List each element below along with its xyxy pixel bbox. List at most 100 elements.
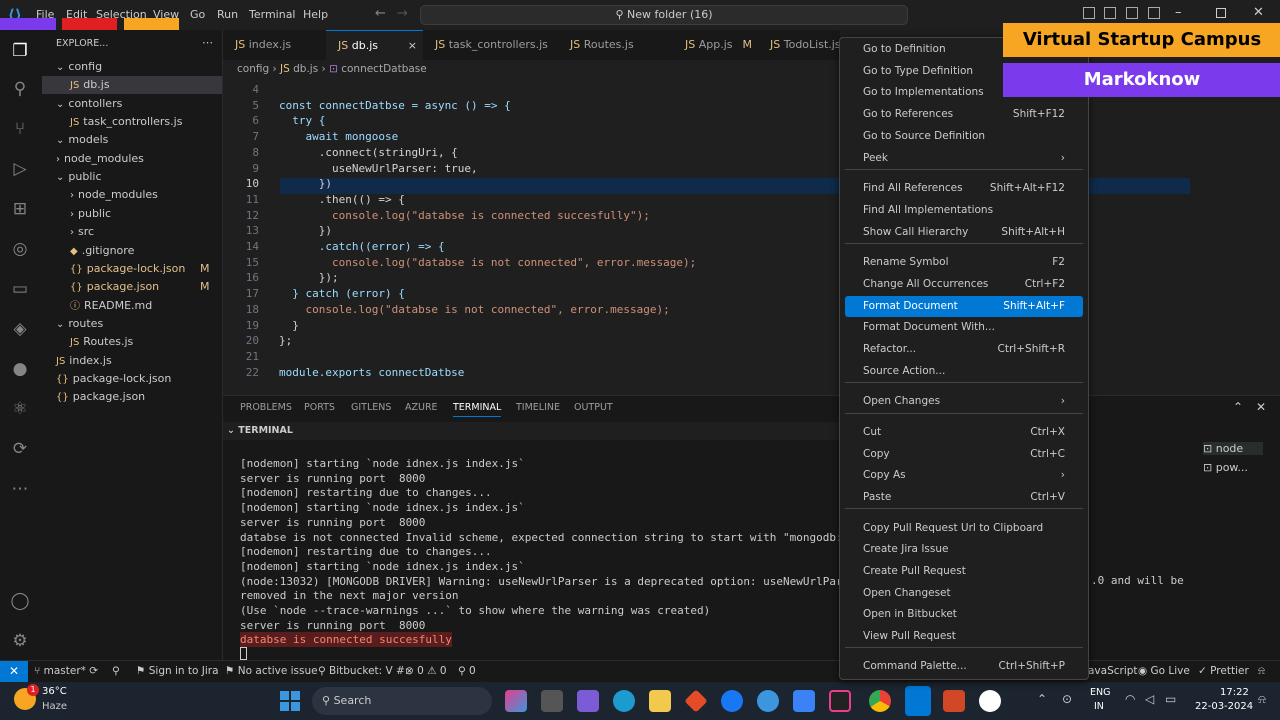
menu-item-peek[interactable]: Peek › <box>845 148 1083 169</box>
volume-icon[interactable]: ◁ <box>1145 692 1154 706</box>
gitlens-icon[interactable]: ◎ <box>9 238 31 260</box>
menu-item-open-changes[interactable]: Open Changes › <box>845 391 1083 412</box>
code-line[interactable]: 20}; <box>223 333 840 349</box>
code-line[interactable]: 15 console.log("databse is not connected… <box>223 255 840 271</box>
remote-explorer-icon[interactable]: ▭ <box>9 278 31 300</box>
minimize-icon[interactable]: – <box>1175 5 1182 20</box>
tree-item[interactable]: JS task_controllers.js <box>70 113 182 131</box>
tray-chevron-icon[interactable]: ⌃ <box>1037 692 1047 706</box>
accounts-icon[interactable]: ◯ <box>9 590 31 612</box>
code-line[interactable]: 6 try { <box>223 113 840 129</box>
react-icon[interactable]: ⚛ <box>9 398 31 420</box>
menu-item-change-all-occurrences[interactable]: Change All Occurrences Ctrl+F2 <box>845 274 1083 295</box>
panel-tab-problems[interactable]: PROBLEMS <box>240 402 292 413</box>
toggle-secondary-sidebar-icon[interactable] <box>1126 7 1138 19</box>
maximize-icon[interactable] <box>1216 8 1226 18</box>
browser-icon[interactable] <box>757 690 779 712</box>
tree-item[interactable]: › node_modules <box>70 186 158 204</box>
edge-icon[interactable] <box>613 690 635 712</box>
tree-item[interactable]: › public <box>70 205 111 223</box>
tree-item[interactable]: › node_modules <box>56 150 144 168</box>
close-tab-icon[interactable]: × <box>408 31 417 61</box>
explorer-more-icon[interactable]: ⋯ <box>202 36 213 49</box>
prettier[interactable]: ✓ Prettier <box>1198 665 1249 677</box>
menu-item-paste[interactable]: Paste Ctrl+V <box>845 487 1083 508</box>
code-line[interactable]: 13 }) <box>223 223 840 239</box>
taskbar-search-box[interactable]: ⚲ Search <box>312 687 492 715</box>
bitbucket-status[interactable]: ⚲ Bitbucket: V #: <box>318 665 408 677</box>
powerpoint-icon[interactable] <box>943 690 965 712</box>
code-line[interactable]: 12 console.log("databse is connected suc… <box>223 208 840 224</box>
remote-indicator-icon[interactable]: ✕ <box>0 661 28 683</box>
notifications-bell-icon[interactable]: ⍾ <box>1258 665 1265 678</box>
go-live[interactable]: ◉ Go Live <box>1138 665 1190 677</box>
panel-tab-timeline[interactable]: TIMELINE <box>516 402 560 413</box>
code-line[interactable]: 18 console.log("databse is not connected… <box>223 302 840 318</box>
panel-tab-gitlens[interactable]: GITLENS <box>351 402 391 413</box>
toggle-sidebar-icon[interactable] <box>1083 7 1095 19</box>
code-line[interactable]: 5 const connectDatbse = async () => { <box>223 98 840 114</box>
terminal-instance[interactable]: ⊡ node <box>1203 442 1263 455</box>
task-view-icon[interactable] <box>541 690 563 712</box>
clock-time[interactable]: 17:22 <box>1220 687 1249 698</box>
code-line[interactable]: 22 module.exports connectDatbse <box>223 365 840 381</box>
lang1[interactable]: ENG <box>1090 687 1110 698</box>
menu-item-copy[interactable]: Copy Ctrl+C <box>845 444 1083 465</box>
code-line[interactable]: 9 useNewUrlParser: true, <box>223 161 840 177</box>
battery-icon[interactable]: ▭ <box>1165 692 1176 706</box>
facebook-icon[interactable] <box>721 690 743 712</box>
tree-item[interactable]: ⌄ models <box>56 131 108 149</box>
teams-icon[interactable] <box>577 690 599 712</box>
tree-item[interactable]: JS db.js <box>42 76 222 95</box>
git-icon[interactable] <box>684 689 708 713</box>
menu-item-find-all-references[interactable]: Find All References Shift+Alt+F12 <box>845 178 1083 199</box>
tree-item[interactable]: › src <box>70 223 94 241</box>
menu-item-rename-symbol[interactable]: Rename Symbol F2 <box>845 252 1083 273</box>
menu-item-create-pull-request[interactable]: Create Pull Request <box>845 561 1083 582</box>
breadcrumb-folder[interactable]: config <box>237 63 269 75</box>
app-round-icon[interactable] <box>979 690 1001 712</box>
tree-item[interactable]: {} package.json M <box>70 278 210 296</box>
code-line[interactable]: 19 } <box>223 318 840 334</box>
breadcrumb-file[interactable]: db.js <box>293 63 318 75</box>
tree-item[interactable]: ⌄ public <box>56 168 102 186</box>
code-line[interactable]: 4 <box>223 82 840 98</box>
tab-task-controllers-js[interactable]: JS task_controllers.js <box>423 30 558 60</box>
search-icon[interactable]: ⚲ <box>9 78 31 100</box>
explorer-icon[interactable]: ❐ <box>9 40 31 62</box>
menu-item-format-document[interactable]: Format Document Shift+Alt+F <box>845 296 1083 317</box>
windows-start-icon[interactable] <box>280 691 300 711</box>
menu-terminal[interactable]: Terminal <box>249 8 296 21</box>
menu-item-find-all-implementations[interactable]: Find All Implementations <box>845 200 1083 221</box>
tab-todolist-js[interactable]: JS TodoList.js <box>758 30 848 60</box>
menu-item-open-changeset[interactable]: Open Changeset <box>845 583 1083 604</box>
menu-item-show-call-hierarchy[interactable]: Show Call Hierarchy Shift+Alt+H <box>845 222 1083 243</box>
close-panel-icon[interactable]: ✕ <box>1256 400 1266 414</box>
forward-arrow-icon[interactable]: → <box>397 6 408 21</box>
customize-layout-icon[interactable] <box>1148 7 1160 19</box>
breadcrumb-symbol[interactable]: connectDatbase <box>341 63 427 75</box>
menu-go[interactable]: Go <box>190 8 205 21</box>
menu-item-create-jira-issue[interactable]: Create Jira Issue <box>845 539 1083 560</box>
tab-routes-js[interactable]: JS Routes.js <box>558 30 673 60</box>
tree-item[interactable]: ⌄ contollers <box>56 95 122 113</box>
tree-item[interactable]: {} package-lock.json M <box>70 260 210 278</box>
menu-item-format-document-with[interactable]: Format Document With... <box>845 317 1083 338</box>
source-control-icon[interactable]: ⑂ <box>9 118 31 140</box>
code-line[interactable]: 10 }) <box>223 176 840 192</box>
menu-item-source-action[interactable]: Source Action... <box>845 361 1083 382</box>
panel-tab-ports[interactable]: PORTS <box>304 402 335 413</box>
chrome-icon[interactable] <box>869 690 891 712</box>
file-explorer-icon[interactable] <box>649 690 671 712</box>
ports-status[interactable]: ⚲ 0 <box>458 665 476 677</box>
jira-issue[interactable]: ⚑ No active issue <box>225 665 318 677</box>
back-arrow-icon[interactable]: ← <box>375 6 386 21</box>
toggle-panel-icon[interactable] <box>1104 7 1116 19</box>
menu-item-copy-as[interactable]: Copy As › <box>845 465 1083 486</box>
vscode-taskbar-icon[interactable] <box>905 686 931 716</box>
docker-icon[interactable]: ◈ <box>9 318 31 340</box>
run-debug-icon[interactable]: ▷ <box>9 158 31 180</box>
mic-icon[interactable]: ⊙ <box>1062 692 1072 706</box>
tree-item[interactable]: ⓘ README.md <box>70 297 152 315</box>
menu-item-cut[interactable]: Cut Ctrl+X <box>845 422 1083 443</box>
